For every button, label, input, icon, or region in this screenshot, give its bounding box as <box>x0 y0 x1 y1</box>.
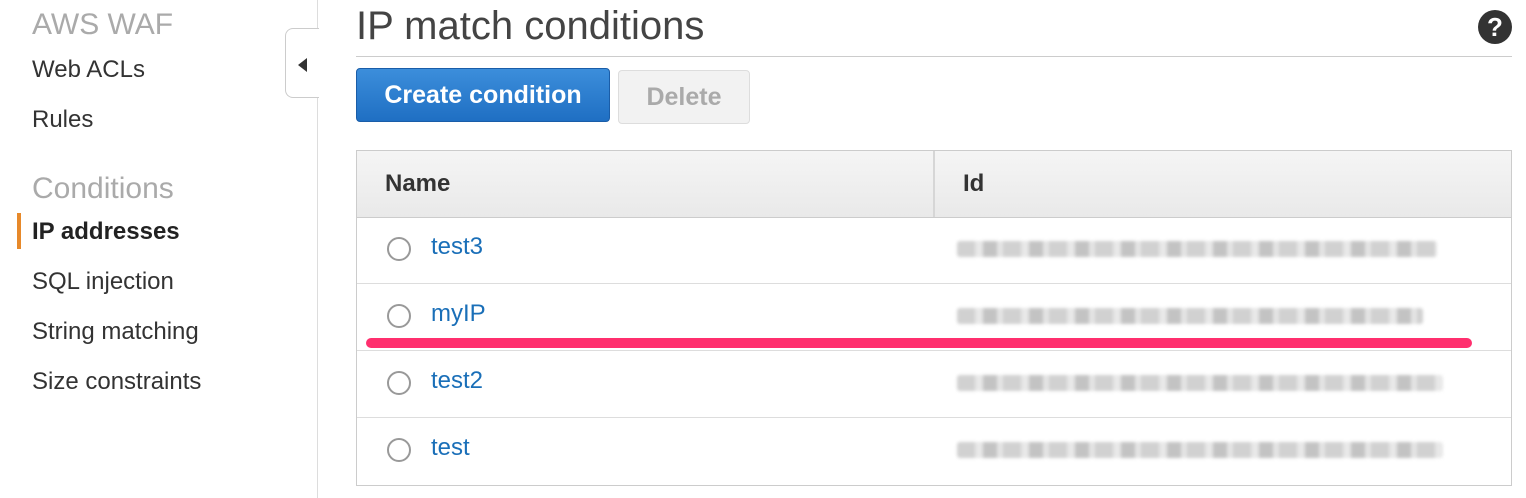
column-divider <box>933 151 935 217</box>
table-row[interactable]: test3 <box>357 217 1511 284</box>
sidebar-collapse-button[interactable] <box>285 28 319 98</box>
conditions-table: Name Id test3 myIP test2 test <box>356 150 1512 486</box>
sidebar-item-string-matching[interactable]: String matching <box>32 318 199 346</box>
sidebar: AWS WAF Web ACLs Rules Conditions IP add… <box>0 0 318 498</box>
active-indicator <box>17 213 21 249</box>
blurred-id-value <box>957 375 1443 391</box>
column-header-id[interactable]: Id <box>963 151 984 217</box>
delete-button: Delete <box>618 70 750 124</box>
chevron-left-icon <box>298 58 307 72</box>
table-header: Name Id <box>357 151 1511 218</box>
blurred-id-value <box>957 308 1423 324</box>
sidebar-item-rules[interactable]: Rules <box>32 106 93 134</box>
row-select-radio[interactable] <box>387 438 411 462</box>
table-row[interactable]: test2 <box>357 351 1511 418</box>
column-header-name[interactable]: Name <box>385 151 450 217</box>
row-select-radio[interactable] <box>387 304 411 328</box>
highlight-underline <box>366 338 1472 348</box>
row-select-radio[interactable] <box>387 371 411 395</box>
condition-name-link[interactable]: test <box>431 434 470 462</box>
blurred-id-value <box>957 241 1437 257</box>
help-icon[interactable]: ? <box>1478 10 1512 44</box>
sidebar-item-size-constraints[interactable]: Size constraints <box>32 368 201 396</box>
row-select-radio[interactable] <box>387 237 411 261</box>
condition-name-link[interactable]: myIP <box>431 300 486 328</box>
sidebar-item-web-acls[interactable]: Web ACLs <box>32 56 145 84</box>
condition-name-link[interactable]: test2 <box>431 367 483 395</box>
blurred-id-value <box>957 442 1443 458</box>
main-content: IP match conditions ? Create condition D… <box>356 0 1512 498</box>
sidebar-title-aws-waf: AWS WAF <box>32 8 174 41</box>
sidebar-item-ip-addresses[interactable]: IP addresses <box>32 218 180 246</box>
table-row[interactable]: test <box>357 418 1511 484</box>
condition-name-link[interactable]: test3 <box>431 233 483 261</box>
create-condition-button[interactable]: Create condition <box>356 68 610 122</box>
sidebar-item-sql-injection[interactable]: SQL injection <box>32 268 174 296</box>
title-divider <box>356 56 1512 57</box>
page-title: IP match conditions <box>356 4 705 48</box>
sidebar-section-conditions: Conditions <box>32 172 174 205</box>
